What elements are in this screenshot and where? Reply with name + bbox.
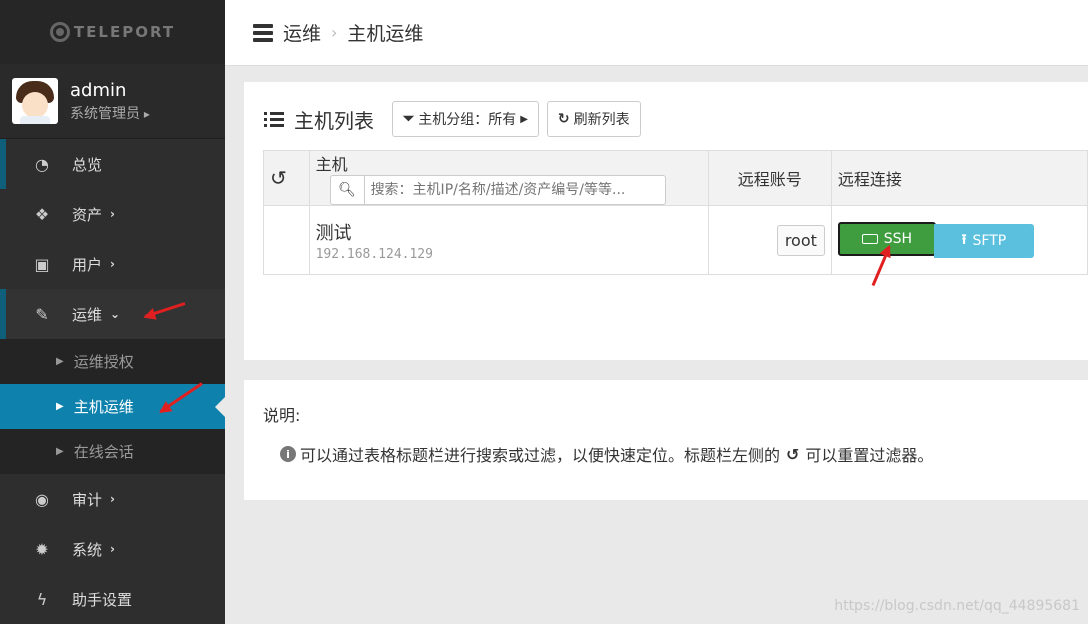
teleport-logo[interactable]: TELEPORT [0, 0, 225, 64]
avatar [12, 78, 58, 124]
sidebar-item-label: 总览 [72, 155, 103, 174]
sidebar-item-system[interactable]: ✹ 系统 › [0, 524, 225, 574]
page-title: 主机运维 [347, 23, 424, 45]
sidebar-item-users[interactable]: ▣ 用户 › [0, 239, 225, 289]
upload-icon: ⭱ [961, 232, 967, 248]
sidebar-item-assets[interactable]: ❖ 资产 › [0, 189, 225, 239]
table-header-row: ↺ 主机 🔍︎ 远程账号 远程连接 [263, 150, 1088, 206]
sidebar-item-label: 运维 [72, 305, 103, 324]
logo-mark-icon [49, 22, 70, 42]
caret-right-icon: ▶ [56, 401, 64, 412]
table-row: 测试 192.168.124.129 root SSH ⭱ SFTP [263, 205, 1088, 275]
host-cell: 测试 192.168.124.129 [308, 205, 709, 275]
sidebar: TELEPORT admin 系统管理员 ◔ 总览 ❖ 资产 › ▣ 用户 › … [0, 0, 225, 624]
dashboard-icon: ◔ [35, 154, 49, 174]
sidebar-item-label: 用户 [72, 255, 103, 274]
host-list-title: 主机列表 [264, 105, 374, 134]
user-name: admin [70, 79, 127, 101]
notes-text-part2: 可以重置过滤器。 [805, 446, 934, 465]
notes-panel: 说明: i 可以通过表格标题栏进行搜索或过滤，以便快速定位。标题栏左侧的 ↺ 可… [244, 380, 1088, 500]
sftp-label: SFTP [972, 233, 1007, 249]
cubes-icon: ❖ [34, 204, 50, 224]
chevron-right-icon: › [110, 257, 115, 271]
sidebar-item-ops[interactable]: ✎ 运维 ⌄ [0, 289, 225, 339]
user-panel[interactable]: admin 系统管理员 [0, 64, 225, 139]
undo-icon: ↺ [786, 444, 800, 464]
cog-icon: ✹ [35, 539, 49, 559]
search-icon[interactable]: 🔍︎ [329, 175, 364, 205]
ops-submenu: ▶ 运维授权 ▶ 主机运维 ▶ 在线会话 [0, 339, 225, 474]
account-column-header: 远程账号 [707, 150, 832, 206]
watermark: https://blog.csdn.net/qq_44895681 [834, 598, 1080, 614]
caret-right-icon: ▶ [520, 113, 528, 125]
sftp-connect-button[interactable]: ⭱ SFTP [933, 224, 1034, 258]
sidebar-subitem-ops-auth[interactable]: ▶ 运维授权 [0, 339, 225, 384]
host-column-label: 主机 [315, 155, 348, 174]
search-input[interactable] [363, 175, 666, 205]
reset-filter-icon[interactable]: ↺ [263, 150, 310, 206]
eye-icon: ◉ [35, 489, 49, 509]
sidebar-subitem-online-sessions[interactable]: ▶ 在线会话 [0, 429, 225, 474]
host-list-title-text: 主机列表 [294, 108, 374, 133]
sidebar-item-audit[interactable]: ◉ 审计 › [0, 474, 225, 524]
connect-column-header: 远程连接 [830, 150, 1088, 206]
sidebar-item-label: 审计 [72, 490, 103, 509]
address-card-icon: ▣ [34, 254, 50, 274]
sidebar-item-label: 助手设置 [72, 590, 133, 609]
refresh-list-label: 刷新列表 [573, 112, 630, 128]
notes-line: i 可以通过表格标题栏进行搜索或过滤，以便快速定位。标题栏左侧的 ↺ 可以重置过… [280, 442, 933, 466]
refresh-icon: ↻ [557, 111, 570, 127]
sidebar-subitem-label: 在线会话 [73, 443, 134, 461]
row-selector-cell [263, 205, 310, 275]
sidebar-item-label: 资产 [72, 205, 103, 224]
info-icon: i [280, 446, 296, 462]
chevron-right-icon: › [110, 207, 115, 221]
sidebar-item-label: 系统 [72, 540, 103, 559]
refresh-list-button[interactable]: ↻ 刷新列表 [546, 101, 641, 137]
bolt-icon: ϟ [36, 589, 48, 609]
server-icon [253, 23, 273, 42]
caret-right-icon: ▶ [56, 356, 64, 367]
breadcrumb-separator-icon: › [331, 23, 338, 42]
keyboard-icon [861, 234, 878, 244]
host-column-header: 主机 🔍︎ [308, 150, 709, 206]
account-cell: root [707, 205, 832, 275]
chevron-down-icon: ⌄ [110, 307, 121, 321]
notes-title: 说明: [263, 406, 301, 425]
connect-cell: SSH ⭱ SFTP [830, 205, 1088, 275]
chevron-right-icon: › [110, 542, 115, 556]
host-name: 测试 [315, 222, 352, 244]
sidebar-subitem-label: 主机运维 [73, 398, 134, 416]
logo-text: TELEPORT [73, 23, 176, 41]
host-group-filter-label: 主机分组：所有 [418, 112, 517, 128]
host-list-toolbar: 主机列表 ⏷ 主机分组：所有 ▶ ↻ 刷新列表 [264, 101, 649, 137]
chevron-right-icon: › [110, 492, 115, 506]
list-icon [264, 111, 284, 127]
user-role[interactable]: 系统管理员 [70, 103, 150, 123]
host-table: ↺ 主机 🔍︎ 远程账号 远程连接 测试 192.168.124.129 roo… [263, 150, 1088, 275]
host-list-panel: 主机列表 ⏷ 主机分组：所有 ▶ ↻ 刷新列表 ↺ 主机 🔍︎ 远程账号 远程连… [244, 82, 1088, 360]
caret-right-icon: ▶ [56, 446, 64, 457]
host-group-filter-button[interactable]: ⏷ 主机分组：所有 ▶ [392, 101, 539, 137]
filter-icon: ⏷ [403, 111, 415, 127]
notes-text-part1: 可以通过表格标题栏进行搜索或过滤，以便快速定位。标题栏左侧的 [300, 446, 781, 465]
sidebar-item-overview[interactable]: ◔ 总览 [0, 139, 225, 189]
sidebar-subitem-label: 运维授权 [73, 353, 134, 371]
breadcrumb: 运维 › 主机运维 [225, 0, 1088, 66]
breadcrumb-section[interactable]: 运维 [283, 19, 321, 46]
sidebar-item-assistant[interactable]: ϟ 助手设置 [0, 574, 225, 624]
host-ip: 192.168.124.129 [315, 246, 433, 262]
account-badge: root [776, 224, 825, 256]
wrench-icon: ✎ [35, 304, 49, 324]
